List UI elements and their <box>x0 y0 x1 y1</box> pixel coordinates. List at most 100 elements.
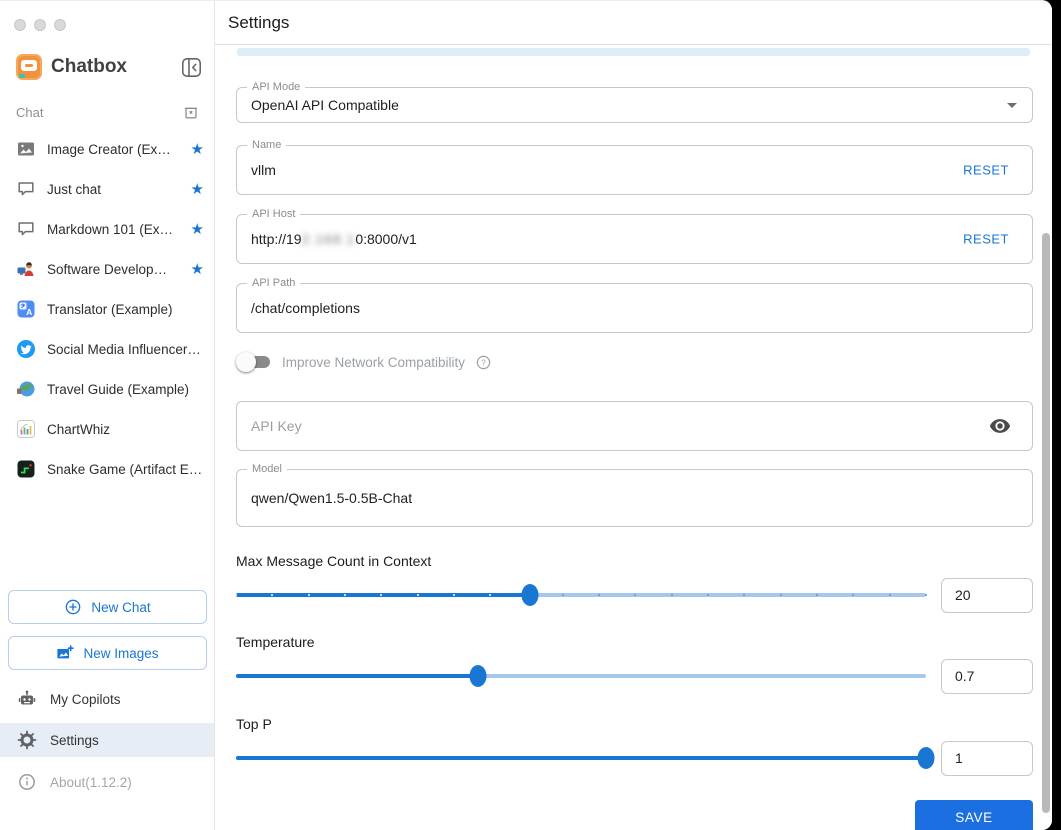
snake-icon <box>16 459 36 479</box>
slider-fill <box>236 593 530 597</box>
maximize-window-button[interactable] <box>54 19 66 31</box>
temperature-row <box>236 658 1033 694</box>
network-compatibility-label: Improve Network Compatibility <box>282 354 466 370</box>
my-copilots-label: My Copilots <box>50 691 121 707</box>
api-path-input[interactable] <box>237 284 1032 332</box>
sidebar-item-markdown-101[interactable]: Markdown 101 (Ex… ★ <box>0 209 214 249</box>
sidebar-item-just-chat[interactable]: Just chat ★ <box>0 169 214 209</box>
name-field[interactable]: Name RESET <box>236 139 1033 195</box>
sidebar-item-translator[interactable]: A Translator (Example) <box>0 289 214 329</box>
api-mode-select[interactable]: API Mode OpenAI API Compatible <box>236 81 1033 123</box>
info-icon <box>19 774 35 790</box>
new-chat-button[interactable]: New Chat <box>8 590 207 624</box>
image-icon <box>16 139 36 159</box>
close-window-button[interactable] <box>14 19 26 31</box>
name-input[interactable] <box>237 146 1032 194</box>
chat-section-label: Chat <box>16 104 44 120</box>
top-p-row <box>236 740 1033 776</box>
max-message-count-row <box>235 577 1033 613</box>
sidebar: Chatbox Chat Image Creator (Ex… ★ Just c… <box>0 1 215 830</box>
sidebar-item-about[interactable]: About(1.12.2) <box>0 767 214 797</box>
svg-text:A: A <box>26 307 32 317</box>
list-item-label: Just chat <box>47 181 102 197</box>
translator-icon: A <box>16 299 36 319</box>
developer-icon <box>16 259 36 279</box>
star-icon[interactable]: ★ <box>191 140 204 158</box>
top-p-label: Top P <box>236 716 272 732</box>
slider-fill <box>236 674 478 678</box>
new-images-button[interactable]: New Images <box>8 636 207 670</box>
robot-icon <box>18 690 36 705</box>
list-item-label: Snake Game (Artifact E… <box>47 461 203 477</box>
conversation-list: Image Creator (Ex… ★ Just chat ★ Markdow… <box>0 129 214 489</box>
page-title: Settings <box>228 12 290 32</box>
save-row: SAVE <box>236 800 1033 830</box>
redacted-text: 2.168.1 <box>301 231 356 247</box>
list-item-label: Social Media Influencer … <box>47 341 204 357</box>
chatbox-logo-icon <box>16 54 42 80</box>
sidebar-item-image-creator[interactable]: Image Creator (Ex… ★ <box>0 129 214 169</box>
gear-icon <box>17 730 37 750</box>
star-icon[interactable]: ★ <box>191 180 204 198</box>
chat-bubble-icon <box>16 219 36 239</box>
max-message-count-slider[interactable] <box>235 584 927 606</box>
globe-icon <box>16 379 36 399</box>
chart-icon <box>16 419 36 439</box>
star-icon[interactable]: ★ <box>191 260 204 278</box>
slider-thumb[interactable] <box>917 747 935 769</box>
sidebar-item-snake-game[interactable]: Snake Game (Artifact E… <box>0 449 214 489</box>
api-key-field[interactable] <box>236 401 1033 451</box>
window-controls <box>14 19 66 31</box>
api-key-input[interactable] <box>237 402 1032 450</box>
list-item-label: ChartWhiz <box>47 421 111 437</box>
network-compatibility-row: Improve Network Compatibility ? <box>236 350 1033 374</box>
help-icon[interactable]: ? <box>475 354 492 371</box>
sidebar-item-settings[interactable]: Settings <box>0 723 214 757</box>
scrollbar-thumb[interactable] <box>1042 233 1050 813</box>
api-host-reset-button[interactable]: RESET <box>963 232 1009 247</box>
temperature-value[interactable] <box>941 658 1033 694</box>
api-mode-label: API Mode <box>247 81 306 94</box>
sidebar-item-social-media-influencer[interactable]: Social Media Influencer … <box>0 329 214 369</box>
model-field[interactable]: Model <box>236 463 1033 527</box>
main-panel: Settings API Mode OpenAI API Compatible … <box>215 1 1052 830</box>
network-compatibility-toggle[interactable] <box>236 352 272 372</box>
settings-form: API Mode OpenAI API Compatible Name RESE… <box>215 81 1052 830</box>
temperature-slider[interactable] <box>236 665 926 687</box>
model-input[interactable] <box>237 470 1032 526</box>
api-mode-value: OpenAI API Compatible <box>251 97 399 113</box>
list-item-label: Travel Guide (Example) <box>47 381 190 397</box>
api-host-field[interactable]: API Host http://19 2.168.1 0:8000/v1 RESET <box>236 208 1033 264</box>
list-item-label: Image Creator (Ex… <box>47 141 171 157</box>
name-reset-button[interactable]: RESET <box>963 163 1009 178</box>
main-header: Settings <box>215 1 1052 45</box>
star-icon[interactable]: ★ <box>191 220 204 238</box>
chat-bubble-icon <box>16 179 36 199</box>
temperature-label: Temperature <box>236 634 315 650</box>
chevron-down-icon <box>1007 103 1017 108</box>
scrolled-tab-strip <box>237 48 1030 56</box>
brand-row: Chatbox <box>16 53 202 81</box>
api-host-value: http://19 2.168.1 0:8000/v1 <box>251 231 417 247</box>
save-button[interactable]: SAVE <box>915 800 1033 830</box>
api-path-field[interactable]: API Path <box>236 277 1033 333</box>
collapse-sidebar-icon[interactable] <box>181 57 202 78</box>
slider-thumb[interactable] <box>521 584 539 606</box>
sidebar-item-software-developer[interactable]: Software Develop… ★ <box>0 249 214 289</box>
slider-thumb[interactable] <box>469 665 486 687</box>
svg-text:?: ? <box>481 358 486 367</box>
minimize-window-button[interactable] <box>34 19 46 31</box>
max-message-count-value[interactable] <box>941 577 1033 613</box>
eye-icon[interactable] <box>989 415 1011 437</box>
app-title: Chatbox <box>51 56 127 77</box>
list-item-label: Markdown 101 (Ex… <box>47 221 174 237</box>
sidebar-item-my-copilots[interactable]: My Copilots <box>0 682 214 716</box>
clear-conversations-icon[interactable] <box>182 103 200 121</box>
top-p-slider[interactable] <box>236 747 935 769</box>
list-item-label: Software Develop… <box>47 261 168 277</box>
top-p-value[interactable] <box>941 740 1033 776</box>
sidebar-item-chartwhiz[interactable]: ChartWhiz <box>0 409 214 449</box>
sidebar-item-travel-guide[interactable]: Travel Guide (Example) <box>0 369 214 409</box>
image-plus-icon <box>57 645 75 659</box>
settings-label: Settings <box>50 732 99 748</box>
